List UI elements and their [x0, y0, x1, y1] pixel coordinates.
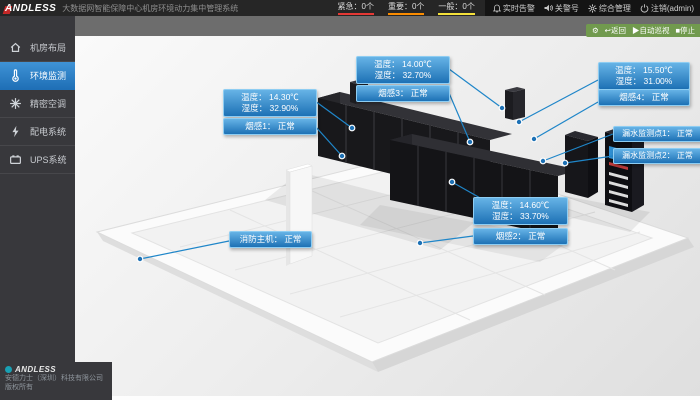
footer-branding: ANDLESS 安德力士（深圳）科技有限公司 版权所有	[0, 362, 112, 400]
critical-underline	[338, 13, 374, 15]
callout-smoke2: 烟感2： 正常	[473, 228, 568, 245]
gear-icon	[588, 4, 597, 13]
sidebar-nav: 机房布局 环境监测 精密空调 配电系统 UPS系统	[0, 16, 75, 400]
menu-item-management[interactable]: 综合管理	[588, 3, 631, 14]
callout-temp-humidity-right: 温度： 15.50℃ 湿度： 31.00%	[598, 62, 690, 90]
callout-temp-humidity-center: 温度： 14.00℃ 湿度： 32.70%	[356, 56, 450, 84]
major-alarm-counter[interactable]: 重要：0个	[388, 1, 424, 15]
menu-item-mute-siren[interactable]: 关警号	[544, 3, 579, 14]
callout-smoke1: 烟感1： 正常	[223, 118, 317, 135]
scene-control-bar: ⚙ ↩返回 ▶自动巡视 ■停止	[586, 24, 700, 37]
callout-leak2: 漏水监测点2： 正常	[613, 148, 700, 164]
app-header: ANDLESS 大数据网智能保障中心机房环境动力集中管理系统 紧急：0个 重要：…	[0, 0, 700, 16]
stop-button[interactable]: ■停止	[675, 25, 695, 36]
header-menu: 实时告警 关警号 综合管理	[485, 0, 700, 16]
menu-item-realtime-alarm[interactable]: 实时告警	[493, 3, 535, 14]
callout-temp-humidity-left: 温度： 14.30℃ 湿度： 32.90%	[223, 89, 317, 117]
scene-settings-button[interactable]: ⚙	[592, 26, 599, 35]
sidebar-item-ups-system[interactable]: UPS系统	[0, 146, 75, 174]
critical-alarm-counter[interactable]: 紧急：0个	[338, 1, 374, 15]
major-underline	[388, 13, 424, 15]
callout-temp-humidity-front: 温度： 14.60℃ 湿度： 33.70%	[473, 197, 568, 225]
auto-patrol-button[interactable]: ▶自动巡视	[632, 25, 670, 36]
footer-logo-text: ANDLESS	[15, 365, 56, 374]
lightning-icon	[0, 125, 30, 138]
footer-logo-icon	[5, 366, 12, 373]
callout-smoke3: 烟感3： 正常	[356, 85, 450, 102]
back-button[interactable]: ↩返回	[605, 25, 626, 36]
sidebar-item-power-system[interactable]: 配电系统	[0, 118, 75, 146]
home-icon	[0, 41, 30, 54]
minor-underline	[438, 13, 474, 15]
bell-icon	[493, 4, 501, 13]
footer-rights: 版权所有	[5, 383, 112, 392]
sidebar-item-env-monitoring[interactable]: 环境监测	[0, 62, 75, 90]
callout-smoke4: 烟感4： 正常	[598, 89, 690, 106]
sidebar-item-room-layout[interactable]: 机房布局	[0, 34, 75, 62]
minor-alarm-counter[interactable]: 一般：0个	[438, 1, 474, 15]
app-logo: ANDLESS	[0, 3, 62, 14]
callout-fire-host: 消防主机： 正常	[229, 231, 312, 248]
footer-company: 安德力士（深圳）科技有限公司	[5, 374, 112, 383]
callout-leak1: 漏水监测点1： 正常	[613, 126, 700, 142]
viewport-bottom-strip	[75, 396, 700, 400]
sidebar-item-precision-ac[interactable]: 精密空调	[0, 90, 75, 118]
thermometer-icon	[0, 69, 30, 82]
page-title: 大数据网智能保障中心机房环境动力集中管理系统	[62, 3, 238, 14]
power-icon	[640, 4, 649, 13]
alarm-counters: 紧急：0个 重要：0个 一般：0个	[338, 1, 475, 15]
horn-icon	[544, 4, 553, 12]
snowflake-icon	[0, 97, 30, 110]
battery-icon	[0, 153, 30, 166]
menu-item-logout[interactable]: 注销(admin)	[640, 3, 694, 14]
